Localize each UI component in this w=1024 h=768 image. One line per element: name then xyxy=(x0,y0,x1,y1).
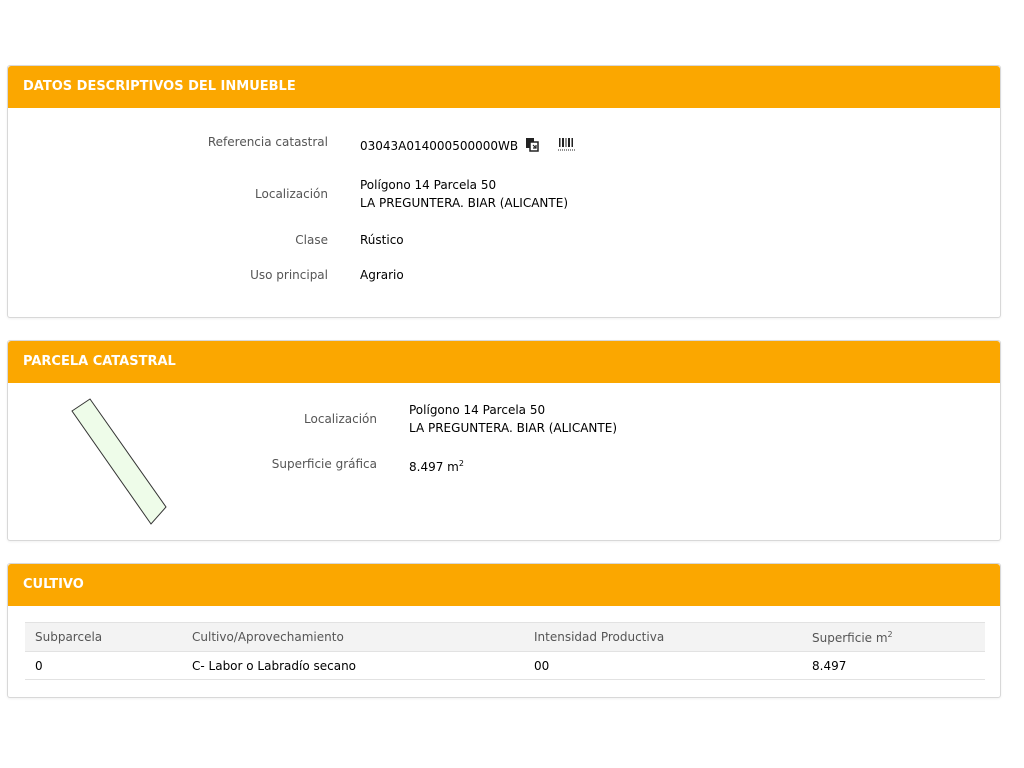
col-cultivo: Cultivo/Aprovechamiento xyxy=(182,622,524,652)
cell-superficie: 8.497 xyxy=(802,651,985,680)
localizacion-line1: Polígono 14 Parcela 50 xyxy=(360,178,497,192)
parcela-localizacion-line1: Polígono 14 Parcela 50 xyxy=(409,403,546,417)
superficie-grafica-value: 8.497 m2 xyxy=(409,455,464,476)
col-superficie-sup: 2 xyxy=(887,629,893,639)
superficie-grafica-sup: 2 xyxy=(458,459,464,468)
panel-cultivo: CULTIVO Subparcela Cultivo/Aprovechamien… xyxy=(7,563,1001,698)
localizacion-label: Localización xyxy=(255,187,328,201)
col-intensidad: Intensidad Productiva xyxy=(524,622,802,652)
parcela-localizacion-line2: LA PREGUNTERA. BIAR (ALICANTE) xyxy=(409,421,617,435)
cultivo-table: Subparcela Cultivo/Aprovechamiento Inten… xyxy=(25,622,985,680)
col-superficie: Superficie m2 xyxy=(802,622,985,652)
cell-cultivo: C- Labor o Labradío secano xyxy=(182,651,524,680)
panel-header-datos-descriptivos: DATOS DESCRIPTIVOS DEL INMUEBLE xyxy=(8,66,1000,108)
table-row: 0 C- Labor o Labradío secano 00 8.497 xyxy=(25,651,985,680)
localizacion-value: Polígono 14 Parcela 50 LA PREGUNTERA. BI… xyxy=(360,176,568,212)
cell-intensidad: 00 xyxy=(524,651,802,680)
clase-value: Rústico xyxy=(360,233,404,247)
cell-subparcela: 0 xyxy=(25,651,182,680)
col-superficie-text: Superficie m xyxy=(812,630,888,645)
uso-value: Agrario xyxy=(360,268,404,282)
referencia-value-row: 03043A014000500000WB xyxy=(360,136,576,157)
parcela-localizacion-label: Localización xyxy=(304,412,377,426)
referencia-label: Referencia catastral xyxy=(207,135,328,149)
panel-datos-descriptivos: DATOS DESCRIPTIVOS DEL INMUEBLE Referenc… xyxy=(7,65,1001,318)
panel-header-cultivo: CULTIVO xyxy=(8,564,1000,606)
uso-label: Uso principal xyxy=(250,268,328,282)
superficie-grafica-number: 8.497 m xyxy=(409,460,459,474)
superficie-grafica-label: Superficie gráfica xyxy=(271,457,377,471)
col-subparcela: Subparcela xyxy=(25,622,182,652)
parcela-polygon[interactable] xyxy=(71,398,167,525)
copy-icon[interactable] xyxy=(524,136,540,157)
panel-header-parcela-catastral: PARCELA CATASTRAL xyxy=(8,341,1000,383)
panel-parcela-catastral: PARCELA CATASTRAL Localización Polígono … xyxy=(7,340,1001,541)
parcela-localizacion-value: Polígono 14 Parcela 50 LA PREGUNTERA. BI… xyxy=(409,401,617,437)
referencia-value: 03043A014000500000WB xyxy=(360,139,519,153)
cultivo-header-row: Subparcela Cultivo/Aprovechamiento Inten… xyxy=(25,622,985,652)
barcode-icon[interactable] xyxy=(557,136,576,157)
clase-label: Clase xyxy=(295,233,328,247)
localizacion-line2: LA PREGUNTERA. BIAR (ALICANTE) xyxy=(360,196,568,210)
